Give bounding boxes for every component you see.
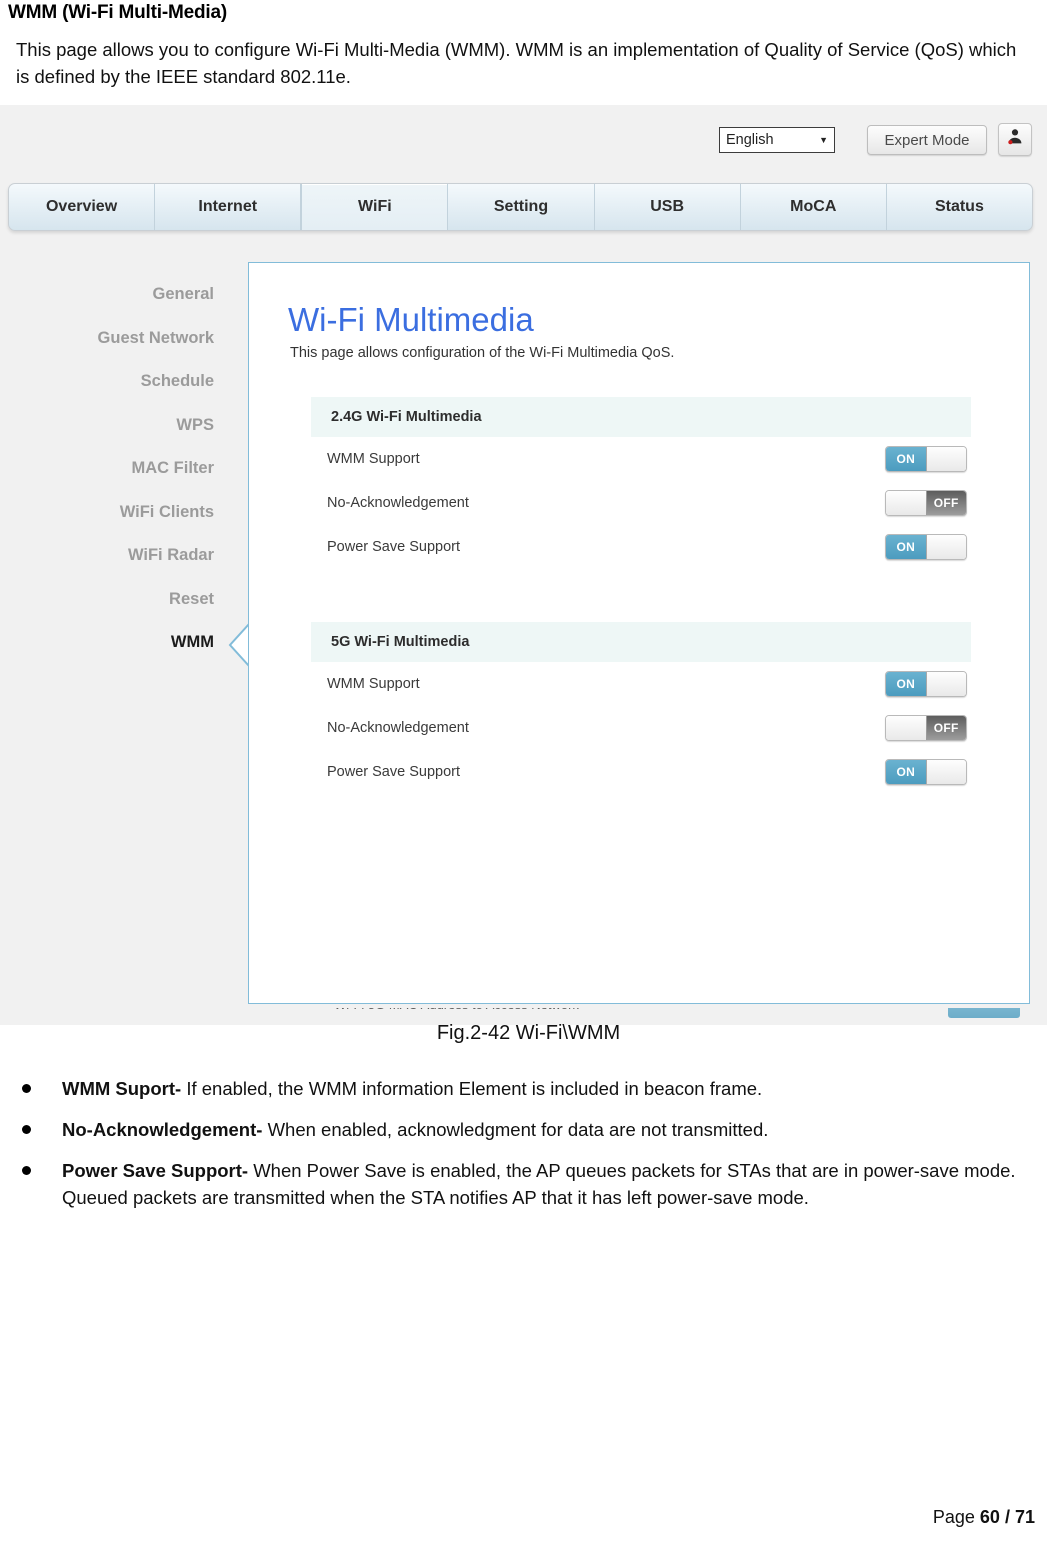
list-item-term: WMM Suport-	[62, 1078, 182, 1099]
tab-setting[interactable]: Setting	[448, 184, 595, 230]
page-number-footer: Page 60 / 71	[933, 1507, 1035, 1528]
list-item-text: If enabled, the WMM information Element …	[181, 1078, 763, 1099]
toggle-5g-power-save-support-knob	[926, 760, 966, 784]
bullet-dot-icon	[22, 1166, 31, 1175]
tab-usb-label: USB	[650, 198, 685, 215]
section-5g: 5G Wi-Fi Multimedia WMM Support ON No-Ac…	[311, 622, 971, 794]
bullet-dot-icon	[22, 1125, 31, 1134]
section-5g-heading: 5G Wi-Fi Multimedia	[311, 622, 971, 662]
tab-status[interactable]: Status	[887, 184, 1032, 230]
toggle-2-4g-no-acknowledgement[interactable]: OFF	[885, 490, 967, 516]
row-2-4g-no-acknowledgement: No-Acknowledgement OFF	[311, 481, 971, 525]
panel-subtitle: This page allows configuration of the Wi…	[290, 345, 675, 361]
bullet-dot-icon	[22, 1084, 31, 1093]
toggle-2-4g-no-acknowledgement-state: OFF	[926, 491, 966, 515]
tab-wifi-label: WiFi	[358, 198, 392, 215]
row-5g-wmm-support-label: WMM Support	[327, 676, 420, 692]
toggle-5g-no-acknowledgement-state: OFF	[926, 716, 966, 740]
sidebar-item-guest-network[interactable]: Guest Network	[0, 317, 214, 361]
tab-setting-label: Setting	[493, 198, 549, 215]
tab-usb[interactable]: USB	[595, 184, 741, 230]
row-5g-wmm-support: WMM Support ON	[311, 662, 971, 706]
sidebar-item-wmm[interactable]: WMM	[0, 621, 214, 665]
row-2-4g-no-acknowledgement-label: No-Acknowledgement	[327, 495, 469, 511]
row-2-4g-power-save-support-label: Power Save Support	[327, 539, 460, 555]
tab-status-label: Status	[934, 198, 984, 215]
list-item: WMM Suport- If enabled, the WMM informat…	[0, 1075, 1047, 1102]
toggle-2-4g-wmm-support[interactable]: ON	[885, 446, 967, 472]
sidebar-item-wifi-radar[interactable]: WiFi Radar	[0, 534, 214, 578]
toggle-5g-power-save-support-state: ON	[886, 760, 927, 784]
toggle-2-4g-wmm-support-state: ON	[886, 447, 927, 471]
toggle-5g-wmm-support-state: ON	[886, 672, 927, 696]
wmm-content-panel: Wi-Fi Multimedia This page allows config…	[248, 262, 1030, 1004]
clipped-bottom-row-toggle	[948, 1008, 1020, 1018]
expert-mode-button[interactable]: Expert Mode	[867, 125, 987, 155]
tab-internet[interactable]: Internet	[155, 184, 302, 230]
toggle-5g-no-acknowledgement[interactable]: OFF	[885, 715, 967, 741]
page-footer-total: 71	[1014, 1507, 1035, 1527]
tab-internet-label: Internet	[198, 198, 258, 215]
section-2-4g-heading: 2.4G Wi-Fi Multimedia	[311, 397, 971, 437]
toggle-2-4g-no-acknowledgement-knob	[886, 491, 927, 515]
toggle-5g-wmm-support[interactable]: ON	[885, 671, 967, 697]
page-footer-separator: /	[999, 1507, 1015, 1527]
tab-overview[interactable]: Overview	[9, 184, 156, 230]
list-item: No-Acknowledgement- When enabled, acknow…	[0, 1116, 1047, 1143]
sidebar-item-mac-filter[interactable]: MAC Filter	[0, 447, 215, 491]
main-nav-tabs[interactable]: Overview Internet WiFi Setting USB MoCA …	[8, 183, 1033, 231]
list-item-term: Power Save Support-	[62, 1160, 249, 1181]
row-5g-power-save-support: Power Save Support ON	[311, 750, 971, 794]
toggle-5g-power-save-support[interactable]: ON	[885, 759, 967, 785]
sidebar-item-wps[interactable]: WPS	[0, 404, 214, 448]
row-5g-power-save-support-label: Power Save Support	[327, 764, 460, 780]
active-item-pointer-icon	[228, 623, 250, 667]
language-select[interactable]: English ▼	[719, 127, 835, 153]
wifi-sidebar-menu: General Guest Network Schedule WPS MAC F…	[0, 273, 232, 665]
panel-title: Wi-Fi Multimedia	[288, 301, 534, 338]
list-item: Power Save Support- When Power Save is e…	[0, 1157, 1047, 1211]
page-footer-prefix: Page	[932, 1507, 980, 1527]
language-select-value: English	[726, 132, 774, 148]
description-list: WMM Suport- If enabled, the WMM informat…	[0, 1075, 1047, 1225]
tab-moca-label: MoCA	[790, 198, 837, 215]
sidebar-item-general[interactable]: General	[0, 273, 214, 317]
user-account-icon	[1005, 127, 1025, 152]
toggle-2-4g-wmm-support-knob	[926, 447, 966, 471]
toggle-2-4g-power-save-support[interactable]: ON	[885, 534, 967, 560]
tab-overview-label: Overview	[45, 198, 118, 215]
page-intro-paragraph: This page allows you to configure Wi-Fi …	[16, 39, 1017, 87]
clipped-bottom-row: Wi-Fi 5G MAC Address to Access Network	[248, 1008, 1030, 1020]
figure-caption: Fig.2-42 Wi-Fi\WMM	[436, 1022, 621, 1044]
tab-moca[interactable]: MoCA	[741, 184, 887, 230]
toggle-5g-wmm-support-knob	[926, 672, 966, 696]
sidebar-item-schedule[interactable]: Schedule	[0, 360, 214, 404]
toggle-2-4g-power-save-support-state: ON	[886, 535, 927, 559]
page-footer-current: 60	[979, 1507, 1000, 1527]
router-topbar: English ▼ Expert Mode	[0, 105, 1047, 177]
row-2-4g-power-save-support: Power Save Support ON	[311, 525, 971, 569]
row-5g-no-acknowledgement-label: No-Acknowledgement	[327, 720, 469, 736]
row-5g-no-acknowledgement: No-Acknowledgement OFF	[311, 706, 971, 750]
user-account-button[interactable]	[998, 123, 1032, 156]
sidebar-item-reset[interactable]: Reset	[0, 578, 214, 622]
list-item-text: When enabled, acknowledgment for data ar…	[262, 1119, 769, 1140]
tab-wifi[interactable]: WiFi	[301, 184, 449, 230]
row-2-4g-wmm-support-label: WMM Support	[327, 451, 420, 467]
toggle-5g-no-acknowledgement-knob	[886, 716, 927, 740]
section-2-4g: 2.4G Wi-Fi Multimedia WMM Support ON No-…	[311, 397, 971, 569]
chevron-down-icon: ▼	[819, 134, 828, 145]
row-2-4g-wmm-support: WMM Support ON	[311, 437, 971, 481]
router-ui-screenshot: English ▼ Expert Mode Overview Internet …	[0, 105, 1047, 1025]
toggle-2-4g-power-save-support-knob	[926, 535, 966, 559]
sidebar-item-wifi-clients[interactable]: WiFi Clients	[0, 491, 214, 535]
clipped-bottom-row-label: Wi-Fi 5G MAC Address to Access Network	[334, 1008, 579, 1012]
page-title: WMM (Wi-Fi Multi-Media)	[8, 2, 227, 23]
list-item-term: No-Acknowledgement-	[62, 1119, 263, 1140]
